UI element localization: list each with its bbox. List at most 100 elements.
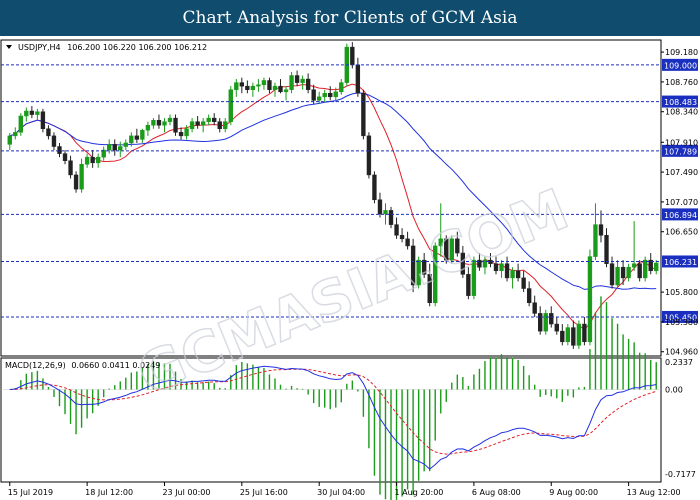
candle xyxy=(18,113,23,136)
candle-body xyxy=(388,210,394,225)
macd-tick-label: -0.7177 xyxy=(665,470,696,479)
candle xyxy=(648,253,653,275)
candle-body xyxy=(123,142,128,147)
time-tick-label: 23 Jul 00:00 xyxy=(162,488,210,497)
candle xyxy=(576,320,582,349)
candle xyxy=(598,210,604,243)
candle-body xyxy=(40,111,46,130)
candle xyxy=(565,324,571,346)
candle-body xyxy=(510,270,515,279)
candle xyxy=(234,79,239,97)
candle-body xyxy=(538,313,543,332)
candle-body xyxy=(261,80,267,85)
candle xyxy=(317,91,322,104)
candle xyxy=(46,125,51,140)
candle-body xyxy=(598,224,604,236)
candle-body xyxy=(46,128,51,137)
candle xyxy=(554,316,559,335)
candle-body xyxy=(615,266,620,286)
candle-body xyxy=(140,129,145,140)
candle-body xyxy=(317,96,322,101)
candle-body xyxy=(118,146,123,151)
candle xyxy=(13,127,18,140)
candle-body xyxy=(13,132,18,137)
macd-signal-line xyxy=(9,368,657,455)
candle-body xyxy=(189,121,195,130)
candle xyxy=(278,79,283,94)
candle xyxy=(84,153,90,168)
candle-body xyxy=(565,327,571,343)
candle xyxy=(355,57,361,97)
candle xyxy=(339,79,344,95)
price-tick-label: 104.960 xyxy=(665,348,698,357)
candle xyxy=(361,89,366,140)
candle xyxy=(620,260,626,285)
candle xyxy=(57,142,62,158)
candle xyxy=(631,221,637,271)
candle-body xyxy=(289,75,294,90)
candle xyxy=(217,118,222,133)
candle xyxy=(79,158,84,193)
candle-body xyxy=(217,121,222,130)
watermark: GCMASIA.COM xyxy=(129,177,577,409)
price-tick-label: 108.340 xyxy=(665,108,698,117)
candle xyxy=(543,309,548,335)
candle xyxy=(571,320,576,349)
candle-body xyxy=(637,263,642,279)
candle-body xyxy=(245,85,250,90)
candle xyxy=(178,127,184,140)
candle xyxy=(377,192,383,218)
candle-body xyxy=(90,156,95,164)
candle-body xyxy=(361,93,366,137)
candle xyxy=(372,171,377,204)
candle-body xyxy=(654,262,659,272)
candle xyxy=(212,113,217,126)
candle xyxy=(239,77,245,94)
candle-body xyxy=(300,78,305,83)
candle-body xyxy=(283,89,289,93)
candle xyxy=(526,281,532,307)
candle xyxy=(388,206,394,229)
candle xyxy=(300,75,305,90)
chart-title-banner: Chart Analysis for Clients of GCM Asia xyxy=(0,0,700,36)
macd-tick-label: 0.2337 xyxy=(665,358,693,367)
candle-body xyxy=(582,323,587,343)
candle xyxy=(587,249,593,346)
candle xyxy=(654,260,659,275)
candle-body xyxy=(333,91,338,98)
candle xyxy=(162,118,167,133)
candle-body xyxy=(239,82,245,87)
time-tick-label: 15 Jul 2019 xyxy=(8,488,53,497)
candle-body xyxy=(521,277,526,289)
macd-line xyxy=(9,365,657,470)
candle xyxy=(294,70,300,87)
candle-body xyxy=(167,117,173,122)
collapse-triangle-icon[interactable] xyxy=(6,45,12,49)
price-tick-label: 106.650 xyxy=(665,228,698,237)
candle xyxy=(73,171,79,193)
candle xyxy=(173,114,178,136)
candle-body xyxy=(532,302,537,314)
candle xyxy=(151,118,156,129)
candle xyxy=(643,256,648,282)
candle xyxy=(40,108,46,133)
candle-body xyxy=(328,93,333,98)
price-tick-label: 105.380 xyxy=(665,318,698,327)
candle xyxy=(223,118,228,133)
candle xyxy=(582,316,587,346)
candle xyxy=(593,203,598,261)
candle xyxy=(35,108,40,121)
candle xyxy=(156,114,162,129)
candle-body xyxy=(377,199,383,215)
candle xyxy=(107,139,112,154)
candle xyxy=(626,263,631,282)
candle xyxy=(245,80,250,94)
key-level-label: 106.894 xyxy=(664,211,697,220)
candle xyxy=(328,86,333,101)
candle xyxy=(95,153,101,168)
candle xyxy=(195,115,200,129)
candle xyxy=(289,71,294,94)
candle-body xyxy=(223,121,228,130)
candle-body xyxy=(394,224,399,236)
candle xyxy=(51,132,57,151)
